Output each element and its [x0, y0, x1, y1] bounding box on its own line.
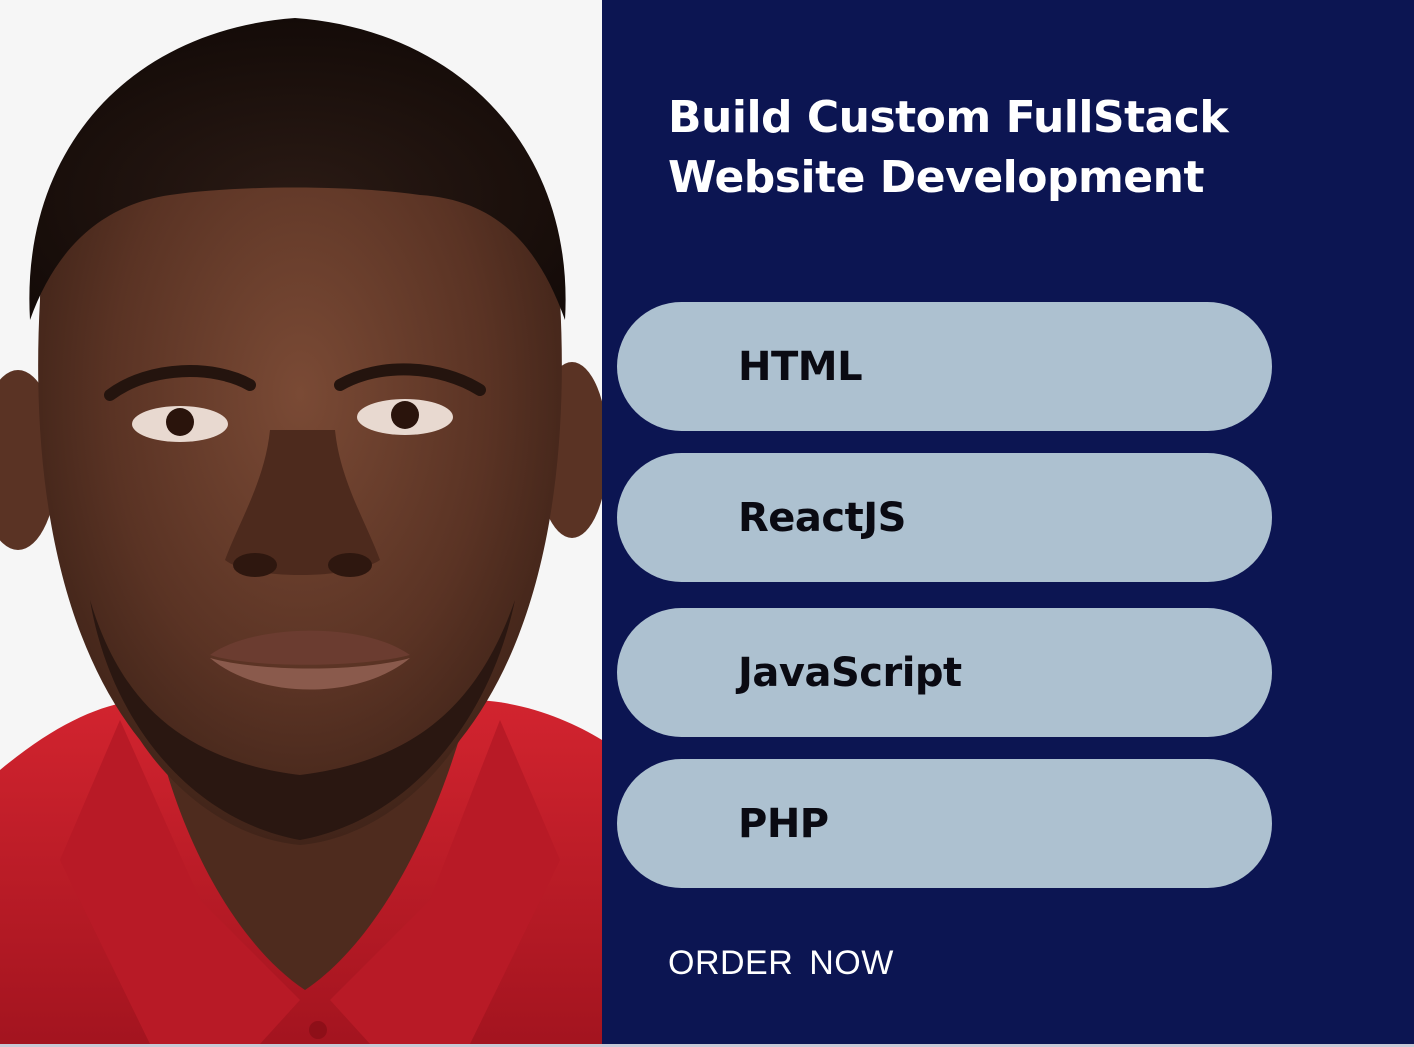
headline-line-1: Build Custom FullStack — [668, 92, 1229, 143]
promo-panel: Build Custom FullStack Website Developme… — [602, 0, 1414, 1044]
skill-pill-html: HTML — [617, 302, 1272, 431]
skill-pill-php: PHP — [617, 759, 1272, 888]
skill-pill-javascript: JavaScript — [617, 608, 1272, 737]
skill-pill-reactjs: ReactJS — [617, 453, 1272, 582]
gig-banner: Build Custom FullStack Website Developme… — [0, 0, 1414, 1047]
profile-photo — [0, 0, 602, 1044]
headline: Build Custom FullStack Website Developme… — [668, 88, 1368, 208]
headline-line-2: Website Development — [668, 152, 1205, 203]
order-now-link[interactable]: ORDER NOW — [668, 944, 894, 983]
